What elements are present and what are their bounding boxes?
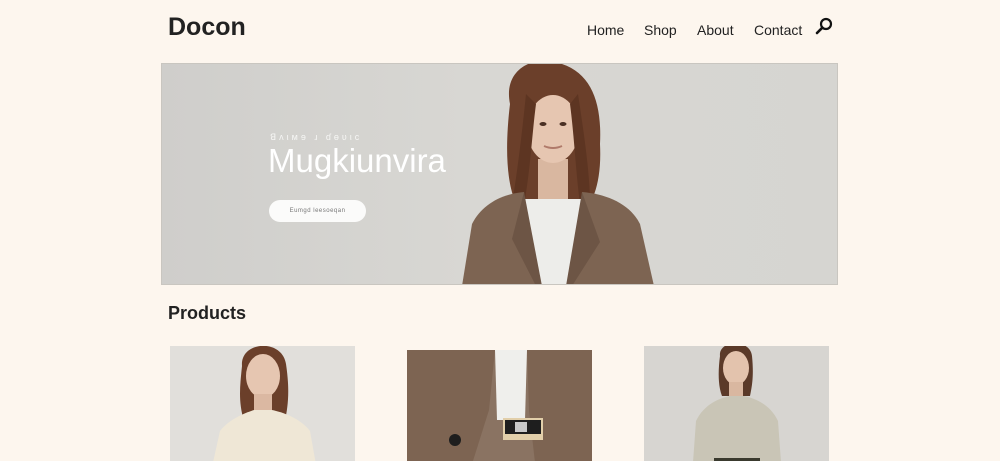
product-card-2[interactable] (407, 350, 592, 461)
product-card-1[interactable] (170, 346, 355, 461)
product-image-3 (644, 346, 829, 461)
nav-home[interactable]: Home (587, 22, 624, 38)
nav-shop[interactable]: Shop (644, 22, 677, 38)
hero-model-image (432, 64, 672, 284)
main-nav: Home Shop About Contact (0, 22, 1000, 42)
nav-about[interactable]: About (697, 22, 734, 38)
site-header: Docon Home Shop About Contact (0, 0, 1000, 60)
hero-banner: ꓭʌιмɘ ɹ ɗɵʋιc Mugkiunvira Eumgd leesoeqa… (161, 63, 838, 285)
product-image-1 (170, 346, 355, 461)
hero-title: Mugkiunvira (268, 142, 446, 179)
products-title: Products (168, 303, 247, 323)
product-card-3[interactable] (644, 346, 829, 461)
nav-contact[interactable]: Contact (754, 22, 802, 38)
hero-cta-button[interactable]: Eumgd leesoeqan (269, 200, 366, 222)
search-icon[interactable] (814, 16, 834, 36)
product-image-2 (407, 350, 592, 461)
